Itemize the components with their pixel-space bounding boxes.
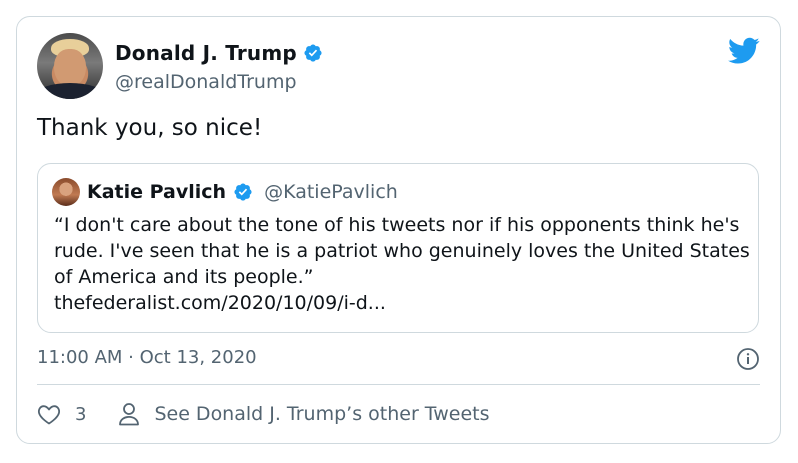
author-avatar[interactable]: [37, 33, 103, 99]
quoted-tweet-header: Katie Pavlich @KatiePavlich: [52, 178, 398, 206]
quoted-author-handle[interactable]: @KatiePavlich: [264, 181, 398, 203]
author-name-row: Donald J. Trump: [115, 41, 323, 65]
author-display-name[interactable]: Donald J. Trump: [115, 41, 297, 65]
verified-badge-icon: [304, 44, 322, 62]
info-icon[interactable]: [736, 347, 760, 371]
like-count: 3: [75, 403, 87, 425]
quoted-tweet-link[interactable]: thefederalist.com/2020/10/09/i-d...: [54, 290, 754, 316]
see-other-tweets-label: See Donald J. Trump’s other Tweets: [154, 403, 490, 425]
verified-badge-icon: [234, 183, 252, 201]
heart-icon[interactable]: [37, 403, 61, 425]
quoted-tweet-text: “I don't care about the tone of his twee…: [54, 214, 750, 288]
author-handle[interactable]: @realDonaldTrump: [115, 71, 297, 93]
quoted-tweet[interactable]: Katie Pavlich @KatiePavlich “I don't car…: [37, 163, 759, 333]
tweet-header: Donald J. Trump @realDonaldTrump: [37, 33, 760, 103]
quoted-author-name[interactable]: Katie Pavlich: [87, 181, 226, 203]
divider: [37, 384, 760, 385]
quoted-author-avatar[interactable]: [52, 178, 80, 206]
avatar-suit: [37, 83, 103, 99]
tweet-actions: 3 See Donald J. Trump’s other Tweets: [37, 401, 490, 427]
tweet-text: Thank you, so nice!: [37, 115, 263, 141]
person-icon: [119, 403, 140, 426]
see-other-tweets-link[interactable]: See Donald J. Trump’s other Tweets: [118, 402, 490, 426]
tweet-card[interactable]: Donald J. Trump @realDonaldTrump Thank y…: [16, 16, 781, 444]
twitter-bird-icon[interactable]: [728, 37, 760, 65]
avatar-face: [54, 49, 86, 87]
quoted-tweet-body: “I don't care about the tone of his twee…: [54, 212, 754, 316]
tweet-timestamp[interactable]: 11:00 AM · Oct 13, 2020: [37, 347, 257, 368]
